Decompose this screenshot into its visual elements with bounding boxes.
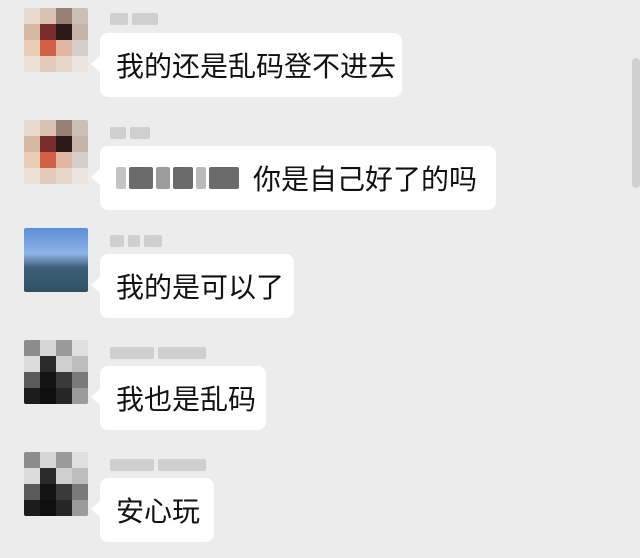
avatar[interactable] bbox=[24, 340, 88, 404]
message-bubble[interactable]: 我也是乱码 bbox=[91, 366, 266, 430]
sender-name-blurred bbox=[110, 456, 206, 474]
avatar[interactable] bbox=[24, 120, 88, 184]
message-text: 安心玩 bbox=[116, 495, 201, 528]
sender-name-blurred bbox=[110, 232, 162, 250]
message-text: 我的还是乱码登不进去 bbox=[116, 50, 397, 83]
message-text: 你是自己好了的吗 bbox=[253, 163, 478, 196]
sender-name-blurred bbox=[110, 344, 206, 362]
sender-name-blurred bbox=[110, 10, 158, 28]
avatar[interactable] bbox=[24, 452, 88, 516]
message-bubble[interactable]: 安心玩 bbox=[91, 478, 214, 542]
avatar[interactable] bbox=[24, 8, 88, 72]
message-text: 我也是乱码 bbox=[116, 383, 257, 416]
sender-name-blurred bbox=[110, 124, 150, 142]
message-text: 我的是可以了 bbox=[116, 271, 285, 304]
message-bubble[interactable]: 我的是可以了 bbox=[91, 254, 294, 318]
message-bubble[interactable]: 你是自己好了的吗 bbox=[91, 146, 496, 210]
mention-blurred bbox=[116, 167, 239, 189]
avatar[interactable] bbox=[24, 228, 88, 292]
chat-window: 我的还是乱码登不进去 你是自己好了的吗 我的是可以了 我也是乱码 安心玩 bbox=[0, 0, 640, 558]
scrollbar[interactable] bbox=[632, 58, 640, 188]
message-bubble[interactable]: 我的还是乱码登不进去 bbox=[91, 33, 402, 97]
